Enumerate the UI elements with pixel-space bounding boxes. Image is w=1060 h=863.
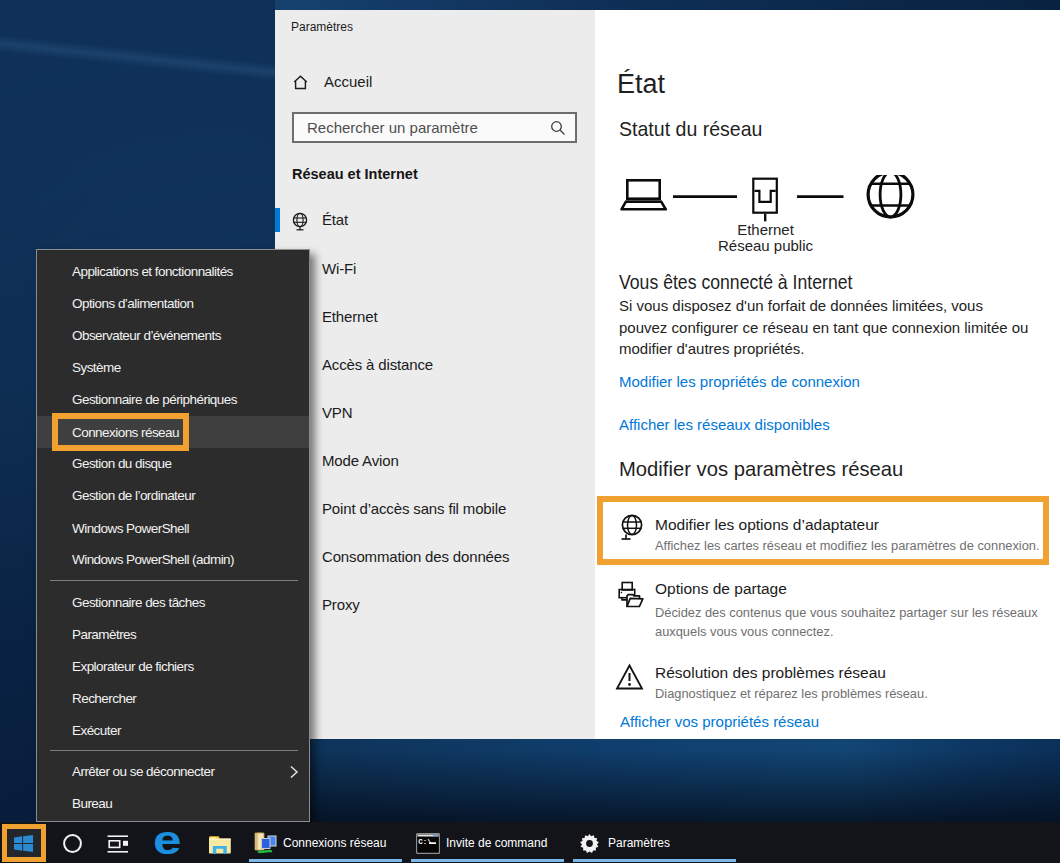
svg-text:C:\: C:\ [418, 838, 432, 846]
